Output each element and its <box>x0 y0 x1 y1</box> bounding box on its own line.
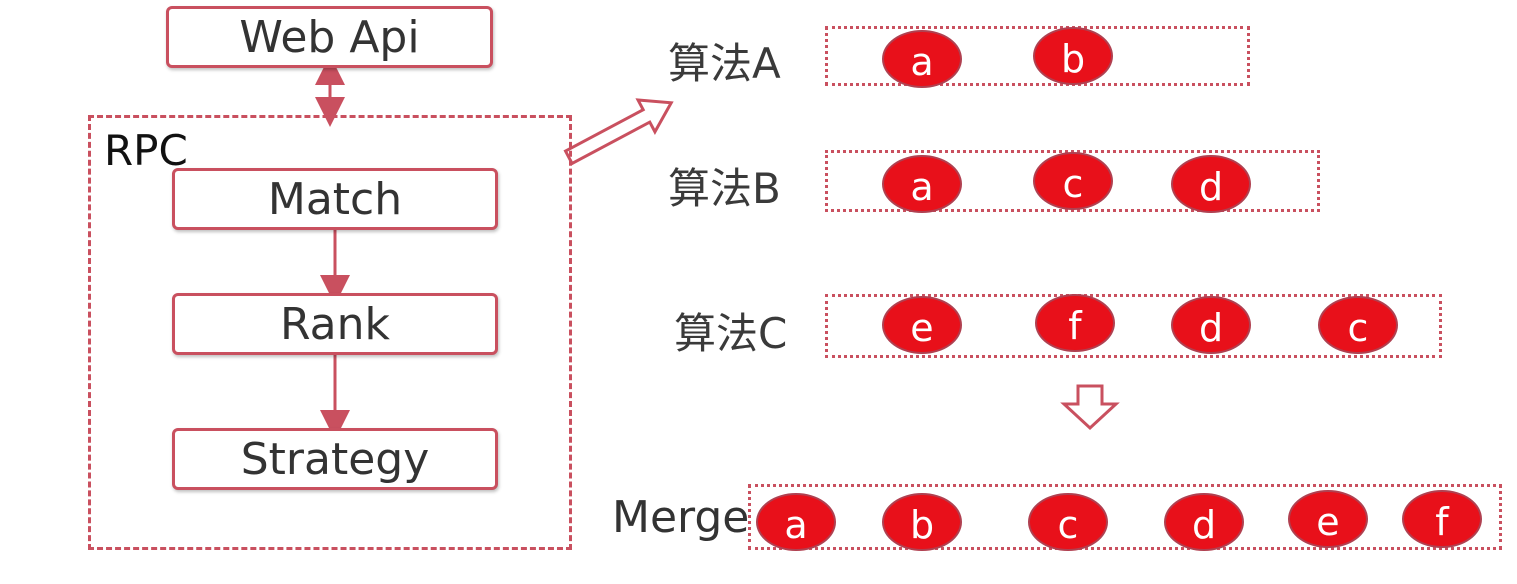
rank-label: Rank <box>280 298 390 350</box>
strategy-label: Strategy <box>240 433 430 485</box>
merge-item: b <box>882 493 962 551</box>
web-api-label: Web Api <box>239 11 420 63</box>
rpc-to-algorithms-arrow <box>563 98 674 166</box>
merge-down-arrow <box>1060 384 1120 431</box>
match-label: Match <box>267 173 403 225</box>
merge-item: d <box>1164 493 1244 551</box>
algorithm-b-item: a <box>882 155 962 213</box>
algorithm-b-item: d <box>1171 155 1251 213</box>
merge-item: a <box>756 493 836 551</box>
algorithm-c-item: d <box>1171 296 1251 354</box>
merge-item: f <box>1402 490 1482 548</box>
rank-box: Rank <box>172 293 498 355</box>
algorithm-b-item: c <box>1033 152 1113 210</box>
merge-item: e <box>1288 490 1368 548</box>
web-api-box: Web Api <box>166 6 493 68</box>
match-box: Match <box>172 168 498 230</box>
algorithm-c-item: e <box>882 296 962 354</box>
algorithm-c-item: f <box>1035 294 1115 352</box>
algorithm-b-label: 算法B <box>668 164 781 213</box>
merge-row <box>748 484 1502 550</box>
algorithm-a-item: b <box>1033 27 1113 85</box>
merge-item: c <box>1028 493 1108 551</box>
algorithm-c-item: c <box>1318 296 1398 354</box>
algorithm-a-item: a <box>882 30 962 88</box>
strategy-box: Strategy <box>172 428 498 490</box>
algorithm-a-label: 算法A <box>668 39 781 88</box>
algorithm-c-label: 算法C <box>674 309 788 358</box>
merge-label: Merge <box>612 492 750 543</box>
